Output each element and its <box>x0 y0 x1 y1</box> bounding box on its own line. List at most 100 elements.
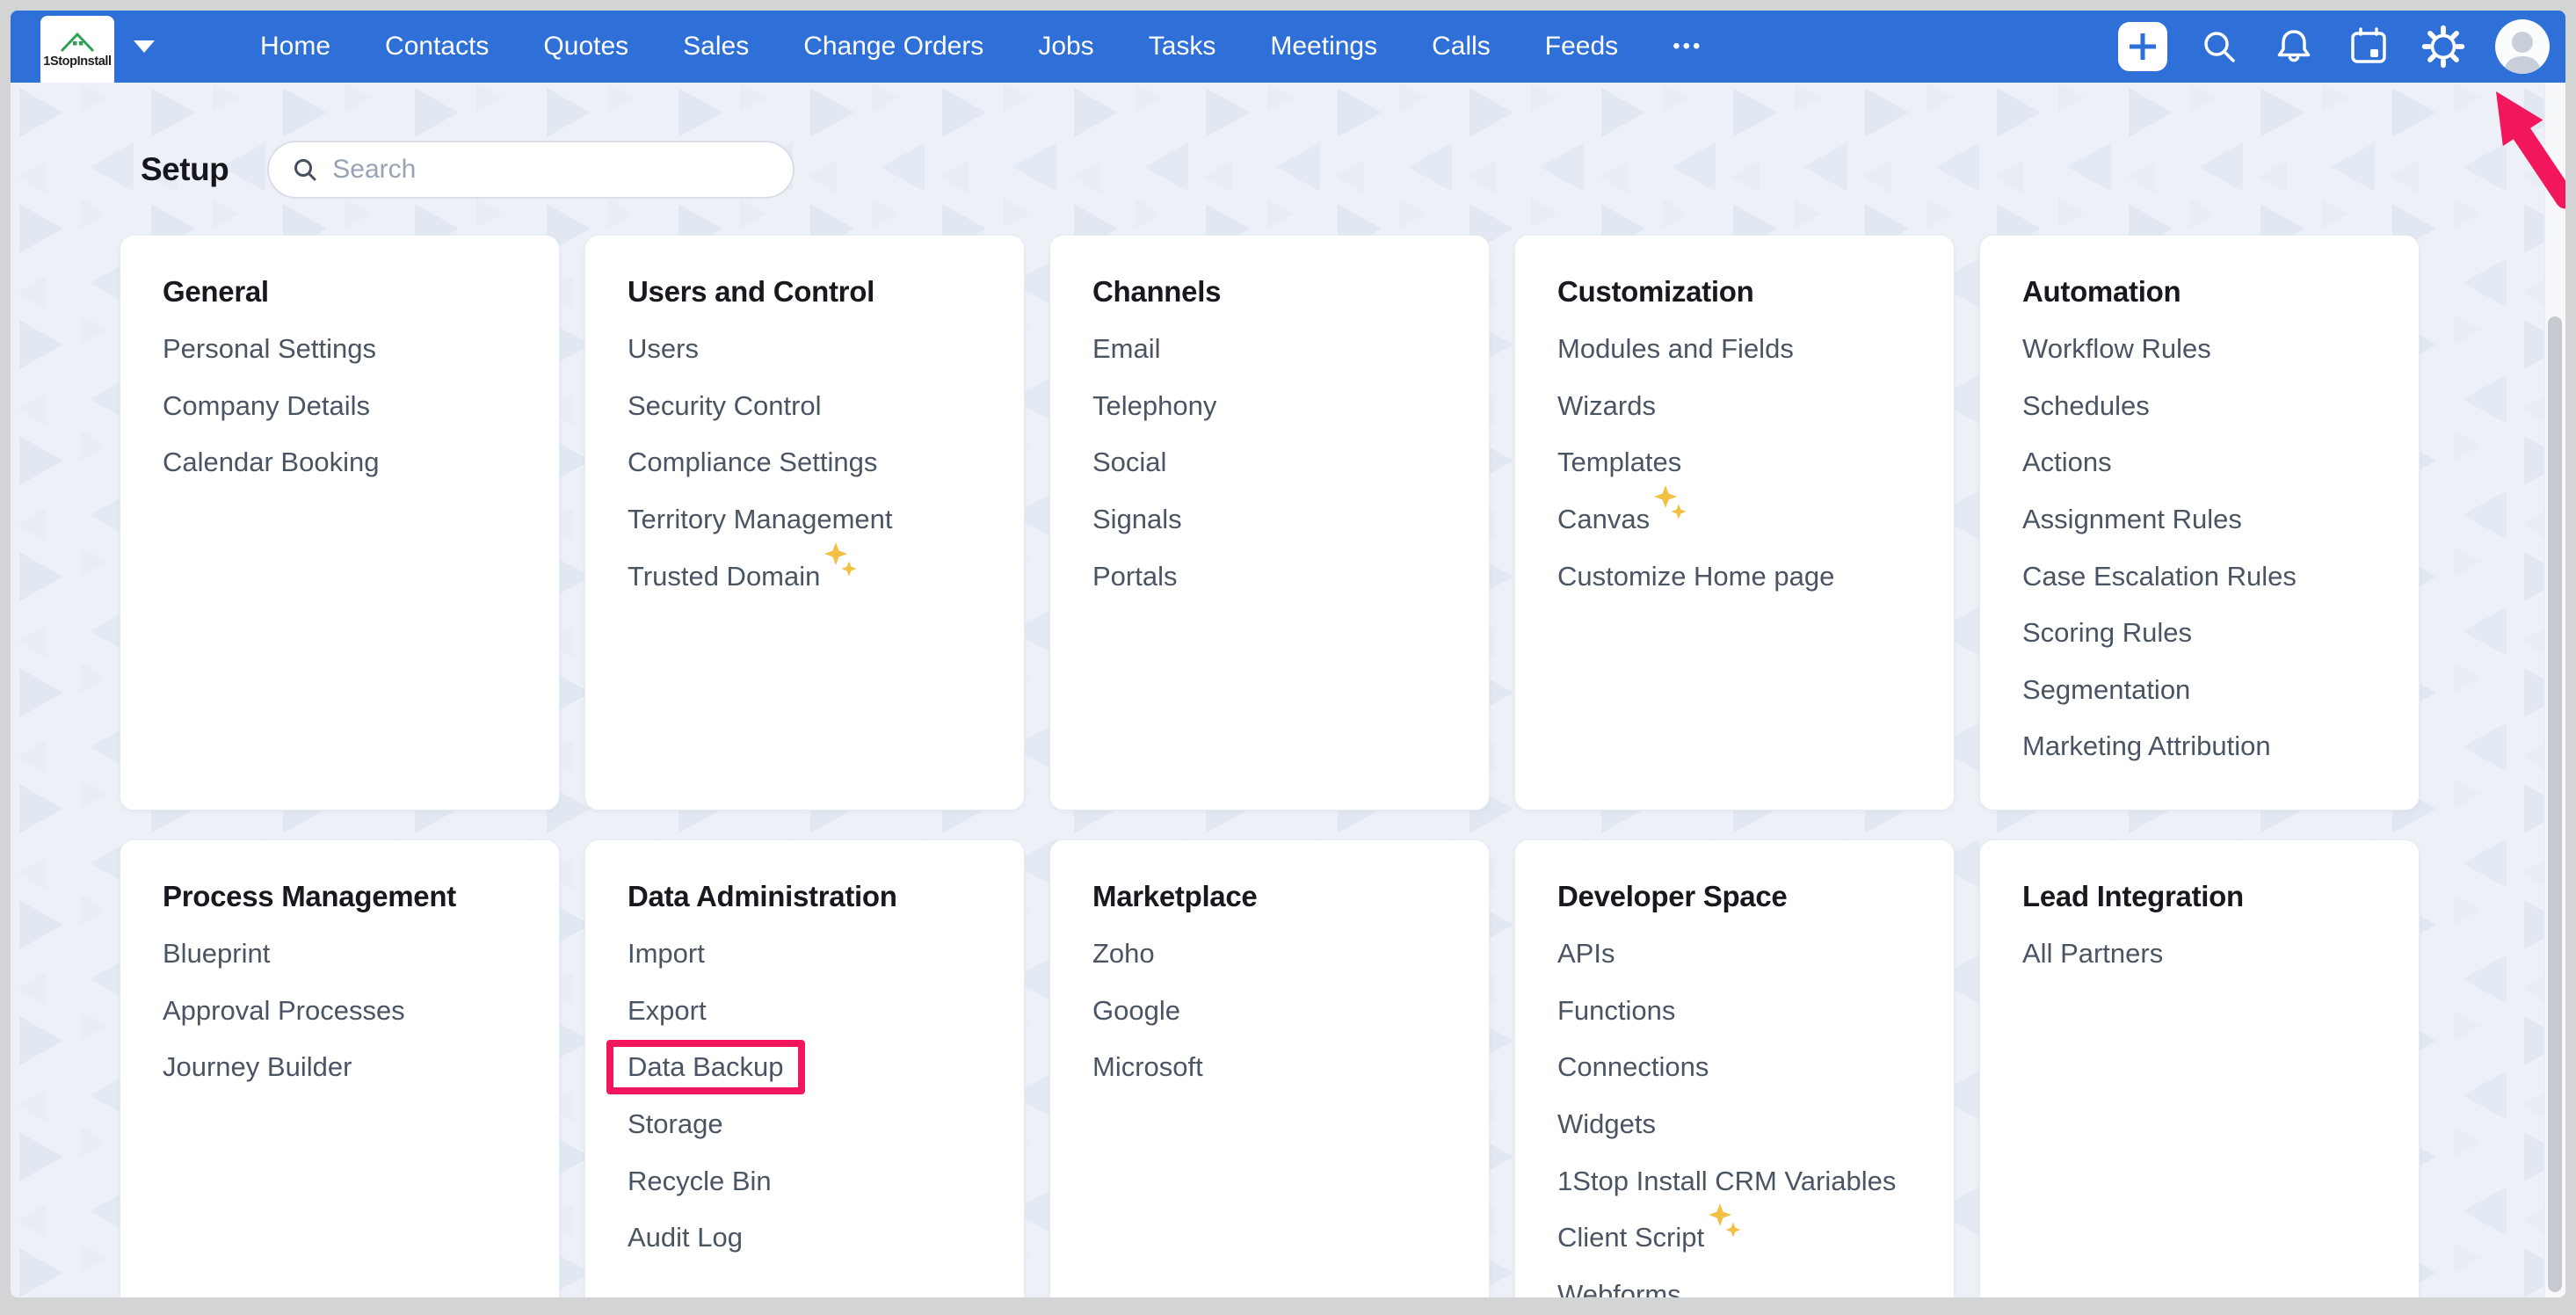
search-button[interactable] <box>2196 24 2242 69</box>
create-new-button[interactable] <box>2118 22 2167 71</box>
search-input[interactable] <box>332 155 754 185</box>
settings-button[interactable] <box>2420 24 2466 69</box>
setup-link-blueprint[interactable]: Blueprint <box>163 926 524 983</box>
setup-link-company-details[interactable]: Company Details <box>163 378 524 435</box>
setup-link-zoho[interactable]: Zoho <box>1092 926 1454 983</box>
user-avatar[interactable] <box>2495 19 2550 74</box>
setup-link-wizards[interactable]: Wizards <box>1557 378 1919 435</box>
card-title: Lead Integration <box>2022 879 2384 914</box>
setup-link-functions[interactable]: Functions <box>1557 983 1919 1040</box>
house-logo-icon <box>57 30 98 53</box>
nav-change-orders[interactable]: Change Orders <box>803 32 983 62</box>
person-silhouette-icon <box>2495 23 2550 74</box>
sparkle-icon <box>1709 1202 1741 1245</box>
scrollbar-thumb[interactable] <box>2548 316 2562 1292</box>
nav-jobs[interactable]: Jobs <box>1038 32 1093 62</box>
setup-link-all-partners[interactable]: All Partners <box>2022 926 2384 983</box>
setup-header-row: Setup <box>141 141 2565 199</box>
setup-link-security-control[interactable]: Security Control <box>628 378 989 435</box>
vertical-scrollbar[interactable] <box>2544 83 2565 1297</box>
setup-link-social[interactable]: Social <box>1092 434 1454 491</box>
setup-link-canvas[interactable]: Canvas <box>1557 491 1919 549</box>
setup-link-trusted-domain[interactable]: Trusted Domain <box>628 548 989 605</box>
nav-tasks[interactable]: Tasks <box>1149 32 1216 62</box>
card-title: Automation <box>2022 274 2384 309</box>
setup-link-email[interactable]: Email <box>1092 321 1454 378</box>
nav-feeds[interactable]: Feeds <box>1545 32 1618 62</box>
sparkle-icon <box>824 541 857 584</box>
setup-link-schedules[interactable]: Schedules <box>2022 378 2384 435</box>
setup-link-case-escalation-rules[interactable]: Case Escalation Rules <box>2022 548 2384 605</box>
card-channels: Channels Email Telephony Social Signals … <box>1049 235 1490 810</box>
setup-link-export[interactable]: Export <box>628 983 989 1040</box>
topbar-icon-group <box>2118 19 2550 74</box>
setup-link-recycle-bin[interactable]: Recycle Bin <box>628 1152 989 1210</box>
data-backup-highlight-box: Data Backup <box>606 1040 805 1094</box>
setup-link-connections[interactable]: Connections <box>1557 1039 1919 1096</box>
setup-link-google[interactable]: Google <box>1092 983 1454 1040</box>
browser-window: 1StopInstall Home Contacts Quotes Sales … <box>11 11 2565 1297</box>
sparkle-icon <box>1654 484 1687 527</box>
search-icon <box>2198 25 2240 68</box>
plus-icon <box>2128 32 2158 62</box>
setup-link-segmentation[interactable]: Segmentation <box>2022 662 2384 719</box>
card-process-management: Process Management Blueprint Approval Pr… <box>120 839 560 1297</box>
main-nav: Home Contacts Quotes Sales Change Orders… <box>260 32 1702 62</box>
card-developer-space: Developer Space APIs Functions Connectio… <box>1514 839 1955 1297</box>
setup-search-box[interactable] <box>267 141 795 199</box>
calendar-button[interactable] <box>2346 24 2391 69</box>
setup-link-workflow-rules[interactable]: Workflow Rules <box>2022 321 2384 378</box>
setup-link-modules-and-fields[interactable]: Modules and Fields <box>1557 321 1919 378</box>
card-data-administration: Data Administration Import Export Data B… <box>584 839 1025 1297</box>
setup-link-apis[interactable]: APIs <box>1557 926 1919 983</box>
setup-link-storage[interactable]: Storage <box>628 1096 989 1153</box>
setup-link-users[interactable]: Users <box>628 321 989 378</box>
setup-link-calendar-booking[interactable]: Calendar Booking <box>163 434 524 491</box>
setup-link-client-script[interactable]: Client Script <box>1557 1210 1919 1267</box>
screenshot-frame: 1StopInstall Home Contacts Quotes Sales … <box>0 0 2576 1315</box>
setup-link-approval-processes[interactable]: Approval Processes <box>163 983 524 1040</box>
nav-contacts[interactable]: Contacts <box>385 32 489 62</box>
setup-link-widgets[interactable]: Widgets <box>1557 1096 1919 1153</box>
notifications-button[interactable] <box>2271 24 2317 69</box>
nav-more-ellipsis[interactable]: ••• <box>1673 34 1702 59</box>
card-title: Developer Space <box>1557 879 1919 914</box>
company-logo[interactable]: 1StopInstall <box>40 16 114 83</box>
setup-link-assignment-rules[interactable]: Assignment Rules <box>2022 491 2384 549</box>
nav-sales[interactable]: Sales <box>683 32 749 62</box>
setup-link-personal-settings[interactable]: Personal Settings <box>163 321 524 378</box>
nav-meetings[interactable]: Meetings <box>1270 32 1377 62</box>
search-icon <box>292 156 318 183</box>
setup-link-signals[interactable]: Signals <box>1092 491 1454 549</box>
cards-row-1: General Personal Settings Company Detail… <box>120 235 2565 810</box>
logo-dropdown-caret[interactable] <box>134 40 155 53</box>
bell-icon <box>2273 25 2315 68</box>
nav-quotes[interactable]: Quotes <box>543 32 628 62</box>
setup-page-content: Setup General Personal Settings Company … <box>11 83 2565 1297</box>
card-title: General <box>163 274 524 309</box>
setup-link-portals[interactable]: Portals <box>1092 548 1454 605</box>
setup-link-webforms[interactable]: Webforms <box>1557 1267 1919 1297</box>
nav-calls[interactable]: Calls <box>1432 32 1491 62</box>
setup-link-telephony[interactable]: Telephony <box>1092 378 1454 435</box>
setup-link-import[interactable]: Import <box>628 926 989 983</box>
card-title: Channels <box>1092 274 1454 309</box>
setup-link-marketing-attribution[interactable]: Marketing Attribution <box>2022 718 2384 775</box>
setup-link-journey-builder[interactable]: Journey Builder <box>163 1039 524 1096</box>
setup-link-audit-log[interactable]: Audit Log <box>628 1210 989 1267</box>
setup-link-compliance-settings[interactable]: Compliance Settings <box>628 434 989 491</box>
calendar-icon <box>2347 25 2390 68</box>
nav-home[interactable]: Home <box>260 32 330 62</box>
setup-link-scoring-rules[interactable]: Scoring Rules <box>2022 605 2384 662</box>
setup-link-actions[interactable]: Actions <box>2022 434 2384 491</box>
setup-link-territory-management[interactable]: Territory Management <box>628 491 989 549</box>
card-marketplace: Marketplace Zoho Google Microsoft <box>1049 839 1490 1297</box>
settings-gear-icon <box>2421 25 2465 69</box>
card-title: Data Administration <box>628 879 989 914</box>
setup-link-data-backup[interactable]: Data Backup <box>628 1039 989 1096</box>
setup-link-templates[interactable]: Templates <box>1557 434 1919 491</box>
page-title: Setup <box>141 151 229 188</box>
setup-link-customize-home-page[interactable]: Customize Home page <box>1557 548 1919 605</box>
setup-link-microsoft[interactable]: Microsoft <box>1092 1039 1454 1096</box>
setup-link-crm-variables[interactable]: 1Stop Install CRM Variables <box>1557 1152 1919 1210</box>
